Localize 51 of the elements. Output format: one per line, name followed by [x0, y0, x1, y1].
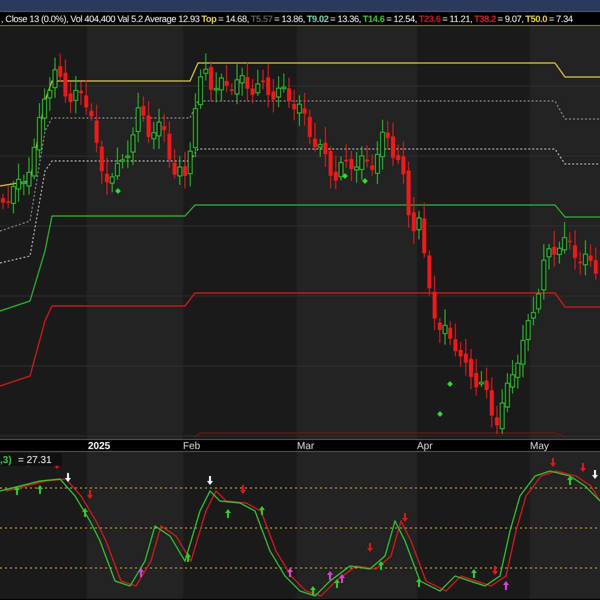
- date-label: Mar: [297, 441, 314, 452]
- up-arrow-marker: [14, 486, 20, 495]
- down-arrow-marker: [492, 566, 498, 575]
- date-label: May: [530, 441, 549, 452]
- diamond-marker: [342, 173, 348, 179]
- level-name: T23.6: [418, 14, 441, 24]
- up-arrow-marker: [259, 506, 265, 515]
- down-arrow-marker: [402, 513, 408, 522]
- up-arrow-marker: [471, 569, 477, 578]
- level-name: Top: [201, 14, 216, 24]
- level-value: = 13.36,: [330, 14, 361, 24]
- indicator-value: = 27.31: [18, 455, 52, 466]
- up-arrow-marker: [567, 476, 573, 485]
- quote-summary: , Close 13 (0.0%), Vol 404,400 Val 5.2 Average 12.93: [1, 14, 200, 24]
- date-label: Apr: [417, 441, 433, 452]
- level-value: = 14.68,: [218, 14, 249, 24]
- down-arrow-marker: [87, 490, 93, 499]
- down-arrow-marker: [367, 543, 373, 552]
- diamond-marker: [437, 411, 443, 417]
- down-arrow-marker: [592, 470, 598, 479]
- up-arrow-marker: [287, 568, 293, 577]
- level-name: T9.02: [306, 14, 328, 24]
- down-arrow-marker: [207, 476, 213, 485]
- up-arrow-marker: [310, 586, 316, 595]
- up-arrow-marker: [503, 581, 509, 590]
- level-value: = 13.86,: [274, 14, 305, 24]
- up-arrow-marker: [416, 578, 422, 587]
- date-label: 2025: [88, 441, 110, 452]
- level-value: = 7.34: [548, 14, 573, 24]
- level-value: = 11.21,: [442, 14, 472, 24]
- up-arrow-marker: [378, 561, 384, 570]
- diamond-marker: [447, 381, 453, 387]
- level-name: T50.0: [525, 14, 548, 24]
- down-arrow-marker: [550, 458, 556, 467]
- down-arrow-marker: [580, 463, 586, 472]
- level-name: T38.2: [474, 14, 496, 24]
- up-arrow-marker: [82, 508, 88, 517]
- level-name: T5.57: [250, 14, 272, 24]
- level-value: = 9.07,: [498, 14, 524, 24]
- up-arrow-marker: [37, 485, 43, 494]
- up-arrow-marker: [138, 568, 144, 577]
- diamond-marker: [362, 178, 368, 184]
- level-name: T14.6: [362, 14, 385, 24]
- down-arrow-marker: [65, 473, 71, 482]
- indicator-name: ,3): [0, 455, 12, 466]
- level-value: = 12.54,: [386, 14, 417, 24]
- down-arrow-marker: [240, 485, 246, 494]
- date-label: Feb: [183, 441, 200, 452]
- diamond-marker: [115, 188, 121, 194]
- up-arrow-marker: [185, 553, 191, 562]
- up-arrow-marker: [225, 509, 231, 518]
